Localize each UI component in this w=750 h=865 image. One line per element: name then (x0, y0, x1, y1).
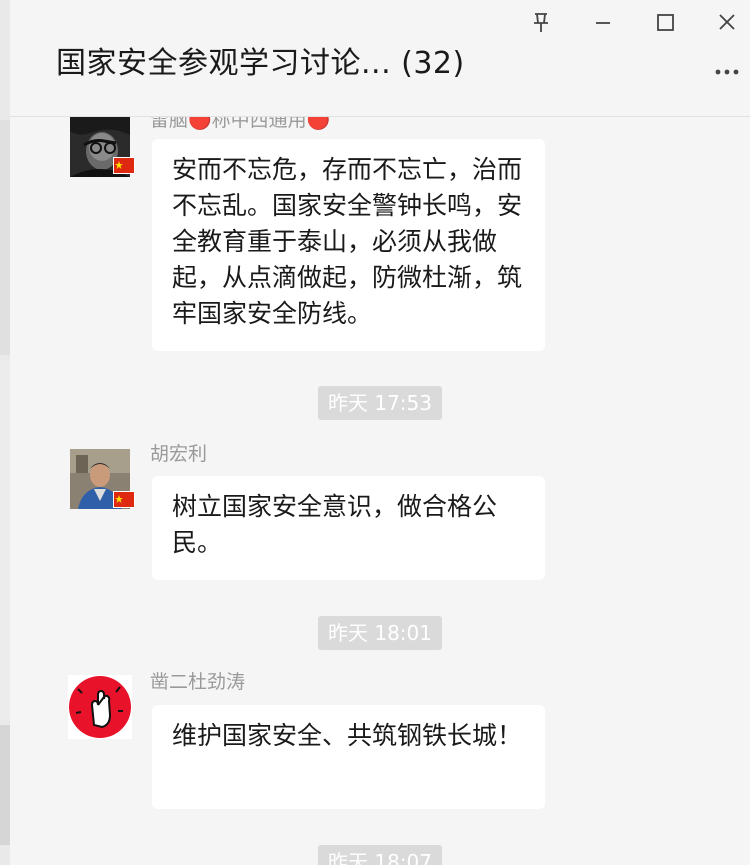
close-icon (719, 14, 735, 30)
minimize-button[interactable] (586, 8, 620, 36)
sender-name: 雷脑🔴称中西通用🔴 (150, 117, 331, 131)
message-bubble[interactable]: 安而不忘危，存而不忘亡，治而不忘乱。国家安全警钟长鸣，安全教育重于泰山，必须从我… (152, 139, 545, 351)
more-button[interactable] (710, 58, 744, 84)
left-edge-strip (0, 0, 10, 865)
minimize-icon (596, 22, 610, 24)
timestamp-badge: 昨天 18:01 (318, 616, 442, 650)
country-flag-icon (113, 491, 135, 508)
timestamp-badge: 昨天 17:53 (318, 386, 442, 420)
chat-title[interactable]: 国家安全参观学习讨论... (32) (56, 38, 465, 82)
pin-button[interactable] (524, 8, 558, 36)
close-button[interactable] (710, 8, 744, 36)
avatar-image (68, 675, 132, 739)
sender-name: 胡宏利 (150, 443, 208, 465)
chat-message-area[interactable]: 雷脑🔴称中西通用🔴 安而不忘危，存而不忘亡，治而不忘乱。国家安全警钟长鸣，安全教… (10, 117, 750, 865)
message-bubble[interactable]: 树立国家安全意识，做合格公民。 (152, 476, 545, 580)
maximize-button[interactable] (648, 8, 682, 36)
country-flag-icon (113, 157, 135, 174)
strip-segment (0, 120, 10, 355)
strip-segment (0, 725, 10, 845)
ellipsis-icon (715, 69, 739, 75)
strip-segment (0, 360, 10, 720)
chat-header: 国家安全参观学习讨论... (32) (10, 0, 750, 117)
sender-name: 凿二杜劲涛 (150, 671, 246, 693)
timestamp-badge: 昨天 18:07 (318, 845, 442, 865)
pin-icon (534, 13, 548, 32)
maximize-icon (657, 14, 674, 31)
avatar[interactable] (68, 675, 132, 739)
message-bubble[interactable]: 维护国家安全、共筑钢铁长城！ (152, 705, 545, 809)
